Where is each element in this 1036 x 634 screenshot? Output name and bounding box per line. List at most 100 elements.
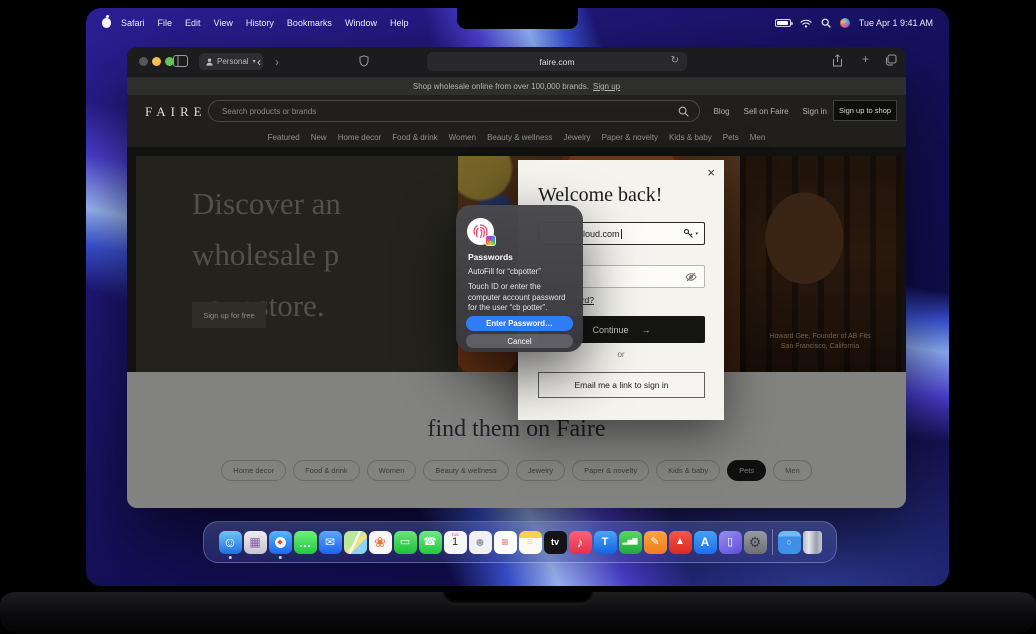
minimize-window-button[interactable] (152, 57, 161, 66)
category-nav-item[interactable]: Women (449, 133, 476, 142)
trash-dock-icon[interactable] (803, 531, 822, 554)
back-button[interactable]: ‹ (257, 56, 261, 68)
apple-menu-icon[interactable] (102, 18, 111, 28)
notes-dock-icon[interactable]: ≡ (519, 531, 542, 554)
menu-item[interactable]: Edit (185, 18, 201, 28)
category-nav-item[interactable]: New (311, 133, 327, 142)
category-pill[interactable]: Jewelry (516, 460, 565, 481)
touchid-autofill-dialog: Passwords AutoFill for “cbpotter” Touch … (456, 205, 583, 352)
faire-logo[interactable]: FAIRE (145, 104, 207, 120)
close-icon[interactable]: × (707, 166, 715, 179)
menu-item[interactable]: Bookmarks (287, 18, 332, 28)
facetime-dock-icon[interactable]: ▭ (394, 531, 417, 554)
photos-dock-icon[interactable]: ❀ (369, 531, 392, 554)
macbook-screen: Safari File Edit View History Bookmarks Window… (86, 8, 949, 586)
autofill-key-icon[interactable]: ▾ (683, 228, 698, 239)
signup-to-shop-button[interactable]: Sign up to shop (833, 100, 897, 121)
touchid-app-name: Passwords (468, 252, 513, 262)
contacts-dock-icon[interactable]: ☻ (469, 531, 492, 554)
hero-signup-free-button[interactable]: Sign up for free (192, 302, 266, 328)
category-nav-item[interactable]: Pets (723, 133, 739, 142)
battery-icon[interactable] (775, 19, 791, 27)
touchid-fingerprint-icon (467, 218, 494, 245)
category-nav-item[interactable]: Jewelry (563, 133, 590, 142)
app-store-dock-icon[interactable]: A (694, 531, 717, 554)
menu-item[interactable]: View (214, 18, 233, 28)
close-window-button[interactable] (139, 57, 148, 66)
header-link[interactable]: Sign in (803, 107, 827, 116)
siri-icon[interactable] (840, 18, 850, 28)
messages-dock-icon[interactable]: … (294, 531, 317, 554)
launchpad-dock-icon[interactable]: ▦ (244, 531, 267, 554)
hero-text-panel: Discover anwholesale pyour store. Sign u… (136, 156, 458, 372)
category-nav-item[interactable]: Food & drink (392, 133, 437, 142)
iphone-mirroring-dock-icon[interactable]: ▯ (719, 531, 742, 554)
menu-item[interactable]: File (158, 18, 173, 28)
page-content-dimmed: find them on Faire Home decor Food & dri… (127, 372, 906, 508)
menu-item[interactable]: Window (345, 18, 377, 28)
menu-item[interactable]: History (246, 18, 274, 28)
category-pill[interactable]: Men (773, 460, 812, 481)
apple-tv-dock-icon[interactable]: tv (544, 531, 567, 554)
site-search-bar[interactable]: Search products or brands (208, 100, 700, 122)
menu-item[interactable]: Help (390, 18, 409, 28)
pages-dock-icon[interactable]: ✎ (644, 531, 667, 554)
category-pill-label: Home decor (233, 466, 274, 475)
category-pill-label: Pets (739, 466, 754, 475)
category-pill[interactable]: Pets (727, 460, 766, 481)
category-nav-item[interactable]: Featured (268, 133, 300, 142)
address-bar[interactable]: faire.com ↻ (427, 52, 687, 71)
category-pill[interactable]: Women (367, 460, 417, 481)
category-pill[interactable]: Food & drink (293, 460, 360, 481)
url-text: faire.com (540, 57, 575, 67)
category-pill[interactable]: Kids & baby (656, 460, 720, 481)
profile-label: Personal (217, 57, 249, 66)
menu-bar-clock[interactable]: Tue Apr 1 9:41 AM (859, 18, 933, 28)
banner-signup-link[interactable]: Sign up (593, 82, 620, 91)
banner-text: Shop wholesale online from over 100,000 … (413, 82, 589, 91)
enter-password-button[interactable]: Enter Password… (466, 316, 573, 331)
dock-icon-glyph: ▲ (675, 537, 685, 547)
reload-icon[interactable]: ↻ (671, 55, 679, 66)
downloads-folder-dock-icon[interactable]: ○ (778, 531, 801, 554)
search-icon[interactable] (678, 106, 689, 117)
music-dock-icon[interactable]: ♪ (569, 531, 592, 554)
dock-icon-glyph: ☻ (474, 536, 487, 548)
calendar-dock-icon[interactable]: TUE 1 (444, 531, 467, 554)
show-password-eye-icon[interactable] (685, 272, 697, 282)
header-link[interactable]: Blog (714, 107, 730, 116)
system-settings-dock-icon[interactable]: ⚙ (744, 531, 767, 554)
maps-dock-icon[interactable] (344, 531, 367, 554)
category-pill[interactable]: Beauty & wellness (423, 460, 508, 481)
category-nav-item[interactable]: Men (750, 133, 766, 142)
new-tab-icon[interactable]: + (862, 52, 869, 66)
finder-dock-icon[interactable]: ☺ (219, 531, 242, 554)
category-nav-item[interactable]: Paper & novelty (602, 133, 658, 142)
mail-dock-icon[interactable]: ✉ (319, 531, 342, 554)
founder-caption-name: Howard Gee, Founder of AB Fits (745, 332, 895, 342)
rocket-app-dock-icon[interactable]: ▲ (669, 531, 692, 554)
category-pill[interactable]: Paper & novelty (572, 460, 649, 481)
tab-overview-icon[interactable] (885, 54, 897, 66)
email-field-value: loud.com (583, 229, 622, 239)
dock-icon-glyph: ⚙ (749, 535, 762, 549)
forward-button[interactable]: › (275, 56, 279, 68)
keynote-dock-icon[interactable]: T (594, 531, 617, 554)
category-nav-item[interactable]: Home decor (338, 133, 382, 142)
header-link[interactable]: Sell on Faire (744, 107, 789, 116)
wifi-icon[interactable] (800, 19, 812, 28)
category-pill[interactable]: Home decor (221, 460, 286, 481)
phone-dock-icon[interactable]: ☎ (419, 531, 442, 554)
category-nav-item[interactable]: Kids & baby (669, 133, 712, 142)
category-nav-item[interactable]: Beauty & wellness (487, 133, 552, 142)
sidebar-toggle-icon[interactable] (173, 55, 188, 67)
reminders-dock-icon[interactable]: ≡ (494, 531, 517, 554)
spotlight-search-icon[interactable] (821, 18, 831, 28)
privacy-shield-icon[interactable] (359, 55, 369, 67)
email-link-button[interactable]: Email me a link to sign in (538, 372, 705, 398)
cancel-button[interactable]: Cancel (466, 334, 573, 348)
safari-dock-icon[interactable]: ◆ (269, 531, 292, 554)
numbers-dock-icon[interactable]: ▂▅▇ (619, 531, 642, 554)
menu-item[interactable]: Safari (121, 18, 145, 28)
share-icon[interactable] (832, 54, 843, 67)
